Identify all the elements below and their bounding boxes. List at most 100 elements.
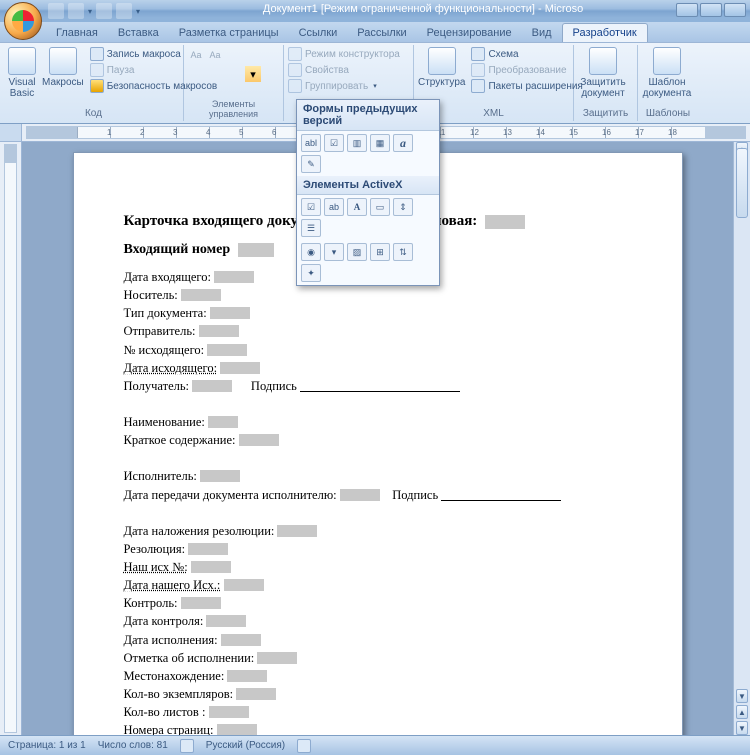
form-field[interactable]: [227, 670, 267, 682]
status-insert[interactable]: [297, 739, 311, 753]
group-btn-label: Группировать: [305, 81, 368, 92]
ax-list-icon[interactable]: ☰: [301, 219, 321, 237]
form-field[interactable]: [192, 380, 232, 392]
form-field[interactable]: [200, 470, 240, 482]
status-proofing[interactable]: [180, 739, 194, 753]
legacy-forms-popup: Формы предыдущих версий abl ☑ ▥ ▦ a ✎ Эл…: [296, 99, 440, 286]
qat-undo-icon[interactable]: [68, 3, 84, 19]
ax-toggle-icon[interactable]: ⊞: [370, 243, 390, 261]
legacy-shading-icon[interactable]: ✎: [301, 155, 321, 173]
structure-button[interactable]: Структура: [418, 47, 465, 88]
doc-field-label: Дата наложения резолюции:: [124, 524, 275, 538]
close-button[interactable]: [724, 3, 746, 17]
legacy-textbox-icon[interactable]: abl: [301, 134, 321, 152]
record-icon: [90, 47, 104, 61]
doc-field-label: Отправитель:: [124, 324, 196, 338]
maximize-button[interactable]: [700, 3, 722, 17]
status-words[interactable]: Число слов: 81: [98, 740, 168, 751]
ax-image-icon[interactable]: ▨: [347, 243, 367, 261]
ax-scroll-icon[interactable]: ⇕: [393, 198, 413, 216]
next-page-button[interactable]: ▼: [736, 721, 748, 735]
form-field[interactable]: [214, 271, 254, 283]
form-field[interactable]: [191, 561, 231, 573]
ribbon-tabs: Главная Вставка Разметка страницы Ссылки…: [0, 22, 750, 42]
tab-pagelayout[interactable]: Разметка страницы: [169, 24, 289, 42]
group-code-label: Код: [8, 107, 179, 119]
qat-undo-arrow[interactable]: ▾: [88, 7, 92, 16]
form-field[interactable]: [181, 289, 221, 301]
ax-textbox-icon[interactable]: ab: [324, 198, 344, 216]
prev-page-button[interactable]: ▲: [736, 705, 748, 719]
doc-field-label: Дата исходящего:: [124, 361, 218, 375]
ax-checkbox-icon[interactable]: ☑: [301, 198, 321, 216]
minimize-button[interactable]: [676, 3, 698, 17]
ax-label-icon[interactable]: A: [347, 198, 367, 216]
macros-button[interactable]: Макросы: [42, 47, 84, 88]
template-button[interactable]: Шаблон документа: [642, 47, 692, 99]
expansion-icon: [471, 79, 485, 93]
tab-developer[interactable]: Разработчик: [562, 23, 648, 42]
doc-field-label: Кол-во экземпляров:: [124, 687, 234, 701]
tab-references[interactable]: Ссылки: [289, 24, 348, 42]
office-button[interactable]: [4, 2, 42, 40]
form-field[interactable]: [210, 307, 250, 319]
form-field[interactable]: [239, 434, 279, 446]
status-page[interactable]: Страница: 1 из 1: [8, 740, 86, 751]
vertical-ruler[interactable]: [0, 142, 22, 735]
status-language[interactable]: Русский (Россия): [206, 740, 285, 751]
tab-review[interactable]: Рецензирование: [417, 24, 522, 42]
popup-header-legacy: Формы предыдущих версий: [297, 100, 439, 131]
form-field[interactable]: [188, 543, 228, 555]
form-field[interactable]: [207, 344, 247, 356]
tab-insert[interactable]: Вставка: [108, 24, 169, 42]
scroll-down-button[interactable]: ▼: [736, 689, 748, 703]
form-field[interactable]: [238, 243, 274, 257]
form-field[interactable]: [224, 579, 264, 591]
qat-redo-icon[interactable]: [96, 3, 112, 19]
qat-extra-icon[interactable]: [116, 3, 132, 19]
signature-line[interactable]: [300, 380, 460, 392]
popup-header-activex: Элементы ActiveX: [297, 176, 439, 195]
ax-spin-icon[interactable]: ⇅: [393, 243, 413, 261]
schema-button[interactable]: Схема: [471, 47, 582, 61]
properties-icon: [288, 63, 302, 77]
form-field[interactable]: [485, 215, 525, 229]
protect-button[interactable]: Защитить документ: [578, 47, 628, 99]
qat-save-icon[interactable]: [48, 3, 64, 19]
form-field[interactable]: [217, 724, 257, 735]
form-field[interactable]: [206, 615, 246, 627]
form-field[interactable]: [221, 634, 261, 646]
ax-more-icon[interactable]: ✦: [301, 264, 321, 282]
design-mode-button[interactable]: Режим конструктора: [288, 47, 409, 61]
group-icon: [288, 79, 302, 93]
qat-customize-arrow[interactable]: ▾: [136, 7, 140, 16]
tab-view[interactable]: Вид: [522, 24, 562, 42]
legacy-formfield-icon[interactable]: a: [393, 134, 413, 152]
form-field[interactable]: [236, 688, 276, 700]
form-field[interactable]: [199, 325, 239, 337]
legacy-checkbox-icon[interactable]: ☑: [324, 134, 344, 152]
tab-mailings[interactable]: Рассылки: [347, 24, 416, 42]
expansion-button[interactable]: Пакеты расширения: [471, 79, 582, 93]
form-field[interactable]: [340, 489, 380, 501]
form-field[interactable]: [209, 706, 249, 718]
form-field[interactable]: [181, 597, 221, 609]
form-field[interactable]: [277, 525, 317, 537]
ax-button-icon[interactable]: ▭: [370, 198, 390, 216]
legacy-frame-icon[interactable]: ▦: [370, 134, 390, 152]
ax-option-icon[interactable]: ◉: [301, 243, 321, 261]
tab-home[interactable]: Главная: [46, 24, 108, 42]
signature-line[interactable]: [441, 489, 561, 501]
form-field[interactable]: [208, 416, 238, 428]
legacy-tools-button[interactable]: ▾: [245, 66, 261, 82]
vertical-scrollbar[interactable]: ▲ ▼ ▲ ▼: [733, 142, 750, 735]
form-field[interactable]: [220, 362, 260, 374]
scroll-thumb[interactable]: [736, 148, 748, 218]
ctrl-dropdown-icon: [207, 66, 223, 82]
group-templates: Шаблон документа Шаблоны: [638, 45, 698, 121]
title-bar: ▾ ▾ Документ1 [Режим ограниченной функци…: [0, 0, 750, 22]
legacy-dropdown-icon[interactable]: ▥: [347, 134, 367, 152]
ax-combo-icon[interactable]: ▾: [324, 243, 344, 261]
visual-basic-button[interactable]: Visual Basic: [8, 47, 36, 99]
form-field[interactable]: [257, 652, 297, 664]
